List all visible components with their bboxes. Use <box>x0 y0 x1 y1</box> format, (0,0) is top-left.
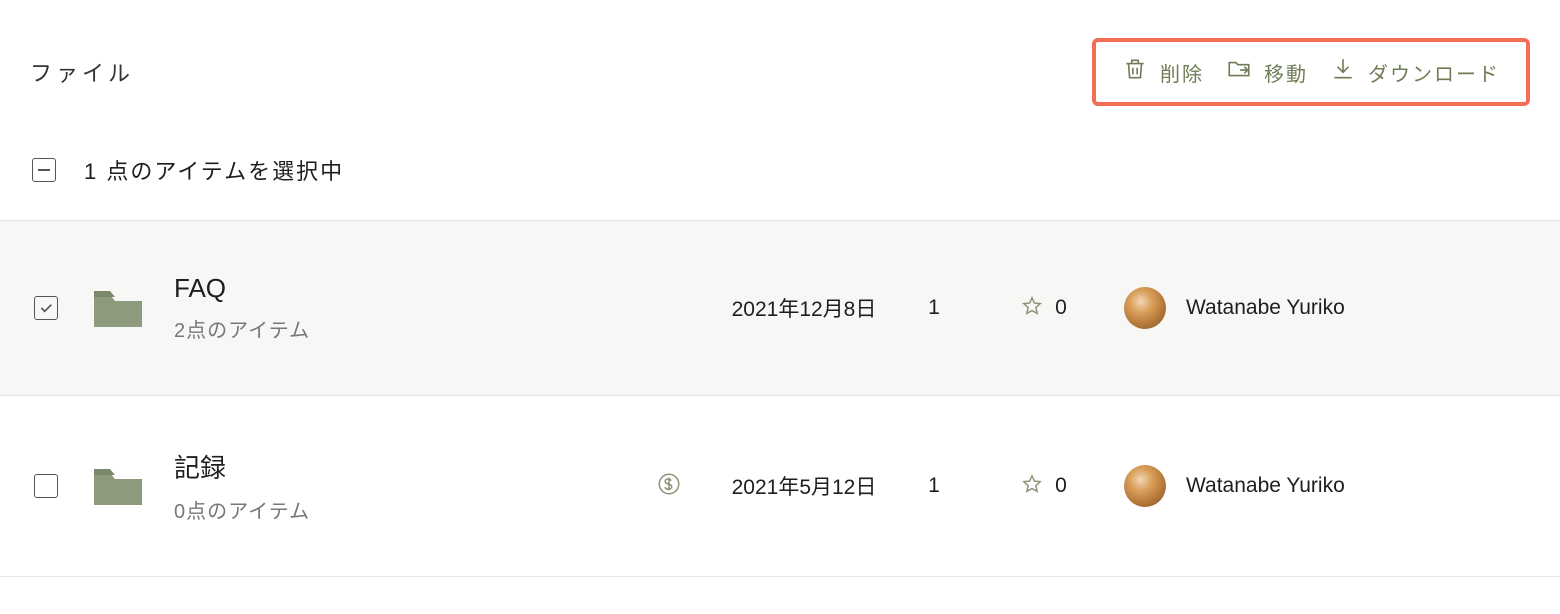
star-count: 0 <box>1055 474 1067 498</box>
folder-icon <box>92 287 144 329</box>
count-column: 1 <box>904 474 964 498</box>
file-list: FAQ 2点のアイテム 2021年12月8日 1 0 Watanabe Yuri… <box>0 220 1560 577</box>
item-subtext: 2点のアイテム <box>174 314 634 343</box>
trash-icon <box>1122 56 1148 88</box>
page-title: ファイル <box>30 56 134 88</box>
actions-toolbar: 削除 移動 ダウンロード <box>1092 38 1530 106</box>
name-block: FAQ 2点のアイテム <box>174 273 634 343</box>
star-icon[interactable] <box>1021 473 1043 500</box>
row-checkbox[interactable] <box>34 474 58 498</box>
header-row: ファイル 削除 移動 ダウンロード <box>30 38 1530 106</box>
selection-row: 1 点のアイテムを選択中 <box>30 154 1530 186</box>
item-subtext: 0点のアイテム <box>174 495 634 524</box>
download-icon <box>1330 56 1356 88</box>
owner-column: Watanabe Yuriko <box>1124 287 1424 329</box>
select-all-checkbox[interactable] <box>32 158 56 182</box>
currency-icon[interactable] <box>656 471 682 502</box>
download-label: ダウンロード <box>1368 58 1500 87</box>
item-name[interactable]: FAQ <box>174 273 634 304</box>
star-icon[interactable] <box>1021 295 1043 322</box>
delete-button[interactable]: 削除 <box>1122 56 1204 88</box>
item-name[interactable]: 記録 <box>174 448 634 485</box>
download-button[interactable]: ダウンロード <box>1330 56 1500 88</box>
star-count: 0 <box>1055 296 1067 320</box>
selection-count-text: 1 点のアイテムを選択中 <box>84 154 344 186</box>
row-checkbox[interactable] <box>34 296 58 320</box>
favorites-column: 0 <box>964 295 1124 322</box>
table-row[interactable]: FAQ 2点のアイテム 2021年12月8日 1 0 Watanabe Yuri… <box>0 221 1560 396</box>
delete-label: 削除 <box>1160 58 1204 87</box>
owner-name: Watanabe Yuriko <box>1186 474 1345 498</box>
name-block: 記録 0点のアイテム <box>174 448 634 524</box>
minus-icon <box>38 169 50 171</box>
date-column: 2021年12月8日 <box>704 293 904 323</box>
price-column <box>634 471 704 502</box>
folder-icon <box>92 465 144 507</box>
date-column: 2021年5月12日 <box>704 471 904 501</box>
move-label: 移動 <box>1264 58 1308 87</box>
avatar[interactable] <box>1124 465 1166 507</box>
move-icon <box>1226 56 1252 88</box>
count-column: 1 <box>904 296 964 320</box>
owner-name: Watanabe Yuriko <box>1186 296 1345 320</box>
table-row[interactable]: 記録 0点のアイテム 2021年5月12日 1 0 Watanabe Yurik… <box>0 396 1560 577</box>
favorites-column: 0 <box>964 473 1124 500</box>
avatar[interactable] <box>1124 287 1166 329</box>
move-button[interactable]: 移動 <box>1226 56 1308 88</box>
owner-column: Watanabe Yuriko <box>1124 465 1424 507</box>
